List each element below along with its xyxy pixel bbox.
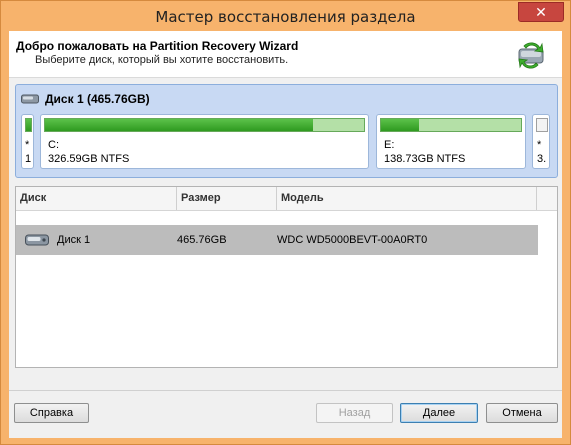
column-header-model[interactable]: Модель (277, 187, 537, 210)
partition-block-1[interactable]: * 1 (21, 114, 34, 169)
header-subtitle: Выберите диск, который вы хотите восстан… (35, 54, 289, 66)
table-row[interactable]: Диск 1 465.76GB WDC WD5000BEVT-00A0RT0 (16, 225, 538, 255)
hdd-icon (21, 94, 39, 104)
partition-usage-bar (44, 118, 365, 132)
partition-usage-fill (381, 119, 419, 131)
partition-usage-bar (536, 118, 548, 132)
window-title: Мастер восстановления раздела (155, 8, 416, 26)
column-header-size[interactable]: Размер (177, 187, 277, 210)
cell-size: 465.76GB (177, 234, 227, 246)
disk-map-label: Диск 1 (465.76GB) (45, 92, 150, 106)
cell-model: WDC WD5000BEVT-00A0RT0 (277, 234, 428, 246)
hdd-icon (25, 234, 49, 246)
header-title: Добро пожаловать на Partition Recovery W… (16, 39, 299, 53)
partition-block-e[interactable]: E: 138.73GB NTFS (376, 114, 526, 169)
partition-name: * (537, 139, 542, 151)
close-icon: ✕ (535, 3, 547, 20)
partition-usage-fill (45, 119, 313, 131)
wizard-header: Добро пожаловать на Partition Recovery W… (9, 31, 562, 78)
partition-block-4[interactable]: * 3. (532, 114, 550, 169)
partition-info: 1 (25, 153, 32, 165)
next-button[interactable]: Далее (400, 403, 478, 423)
footer-divider (9, 390, 562, 391)
wizard-icon (518, 42, 544, 69)
partition-info: 138.73GB NTFS (384, 153, 466, 165)
wizard-window: Мастер восстановления раздела ✕ Добро по… (0, 0, 571, 445)
close-button[interactable]: ✕ (518, 2, 564, 22)
partition-block-c[interactable]: C: 326.59GB NTFS (40, 114, 369, 169)
table-header: Диск Размер Модель (16, 187, 557, 211)
partition-name: C: (48, 139, 59, 151)
cell-disk: Диск 1 (57, 234, 91, 246)
disk-map-panel[interactable]: Диск 1 (465.76GB) * 1 C: 326.59GB NTFS E… (15, 84, 558, 178)
disk-table: Диск Размер Модель Диск 1 465.76GB WDC W… (15, 186, 558, 368)
partition-usage-fill (26, 119, 31, 131)
partition-usage-bar (25, 118, 32, 132)
title-bar[interactable]: Мастер восстановления раздела ✕ (1, 1, 570, 31)
partition-usage-bar (380, 118, 522, 132)
partition-name: E: (384, 139, 395, 151)
partition-info: 326.59GB NTFS (48, 153, 130, 165)
column-header-disk[interactable]: Диск (16, 187, 177, 210)
disk-map-header: Диск 1 (465.76GB) (21, 91, 150, 107)
help-button[interactable]: Справка (14, 403, 89, 423)
partition-info: 3. (537, 153, 547, 165)
partition-name: * (25, 139, 30, 151)
cancel-button[interactable]: Отмена (486, 403, 558, 423)
wizard-client: Добро пожаловать на Partition Recovery W… (9, 31, 562, 438)
back-button[interactable]: Назад (316, 403, 393, 423)
